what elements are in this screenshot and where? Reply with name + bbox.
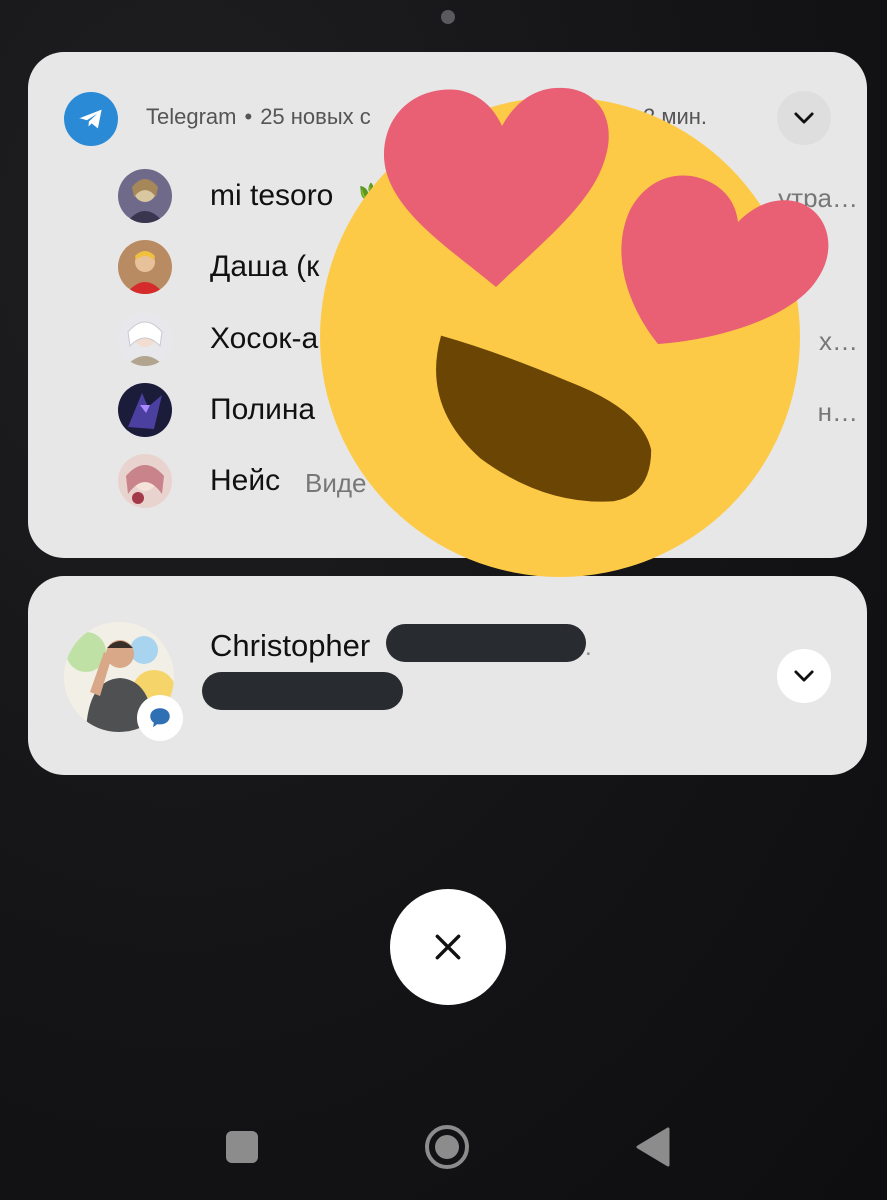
- avatar: [118, 240, 172, 294]
- app-name: Telegram: [146, 104, 237, 129]
- recent-apps-square-icon: [226, 1131, 258, 1163]
- message-bubble-icon: [137, 695, 183, 741]
- home-button[interactable]: [420, 1120, 474, 1174]
- redacted-time-block: [386, 624, 586, 662]
- clear-all-button[interactable]: [390, 889, 506, 1005]
- sender-name: Нейс: [210, 464, 281, 497]
- recent-apps-button[interactable]: [215, 1120, 269, 1174]
- contact-name: Christopher: [210, 628, 371, 663]
- back-triangle-icon: [636, 1127, 670, 1167]
- front-camera: [441, 10, 455, 24]
- contact-notification-card[interactable]: Christopher .: [28, 576, 867, 775]
- avatar: [118, 454, 172, 508]
- trailing-punctuation: .: [585, 634, 592, 661]
- heart-eyes-emoji-sticker: [320, 87, 829, 577]
- chevron-down-icon: [794, 670, 814, 682]
- back-button[interactable]: [626, 1120, 680, 1174]
- avatar: [118, 312, 172, 366]
- home-circle-icon: [425, 1125, 469, 1169]
- sender-name: Даша (к: [210, 250, 320, 283]
- header-separator: •: [244, 104, 253, 129]
- sender-name: Хосок-а: [210, 322, 319, 355]
- close-x-icon: [435, 934, 461, 960]
- avatar: [118, 383, 172, 437]
- sender-name: mi tesoro: [210, 179, 334, 212]
- avatar: [118, 169, 172, 223]
- sender-name: Полина: [210, 393, 316, 426]
- telegram-logo-icon: [64, 92, 118, 146]
- redacted-message-block: [202, 672, 403, 710]
- expand-button[interactable]: [777, 649, 831, 703]
